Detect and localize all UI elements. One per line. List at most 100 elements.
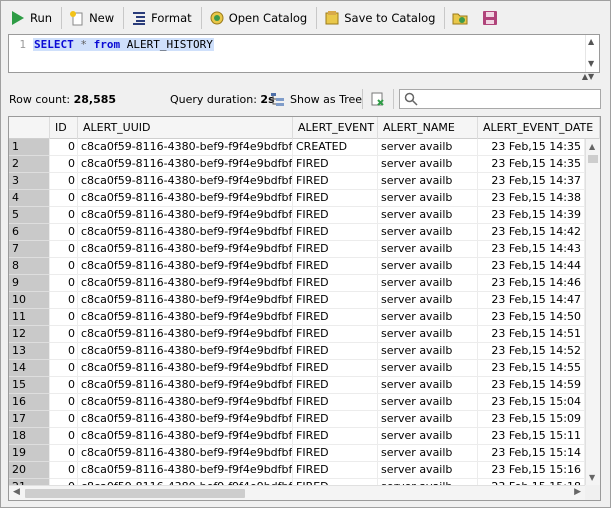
run-button[interactable]: Run (6, 6, 56, 30)
row-number[interactable]: 14 (9, 360, 50, 377)
cell-alert-event-date[interactable]: 23 Feb,15 14:42 (478, 224, 585, 241)
table-row[interactable]: 19 0 c8ca0f59-8116-4380-bef9-f9f4e9bdfbfd F… (9, 445, 585, 462)
scroll-left-icon[interactable]: ◀ (13, 487, 20, 497)
table-row[interactable]: 8 0 c8ca0f59-8116-4380-bef9-f9f4e9bdfbfd FI… (9, 258, 585, 275)
open-catalog-button[interactable]: Open Catalog (205, 6, 312, 30)
cell-alert-event[interactable]: FIRED (293, 394, 378, 411)
table-row[interactable]: 6 0 c8ca0f59-8116-4380-bef9-f9f4e9bdfbfd FI… (9, 224, 585, 241)
cell-alert-name[interactable]: server availb (378, 377, 478, 394)
cell-alert-event[interactable]: FIRED (293, 343, 378, 360)
cell-alert-uuid[interactable]: c8ca0f59-8116-4380-bef9-f9f4e9bdfbfd (78, 173, 293, 190)
cell-id[interactable]: 0 (50, 241, 78, 258)
cell-alert-uuid[interactable]: c8ca0f59-8116-4380-bef9-f9f4e9bdfbfd (78, 445, 293, 462)
row-number[interactable]: 10 (9, 292, 50, 309)
cell-alert-event-date[interactable]: 23 Feb,15 15:11 (478, 428, 585, 445)
cell-alert-event[interactable]: FIRED (293, 377, 378, 394)
table-row[interactable]: 14 0 c8ca0f59-8116-4380-bef9-f9f4e9bdfbfd F… (9, 360, 585, 377)
cell-alert-name[interactable]: server availb (378, 428, 478, 445)
cell-alert-event-date[interactable]: 23 Feb,15 14:50 (478, 309, 585, 326)
table-row[interactable]: 3 0 c8ca0f59-8116-4380-bef9-f9f4e9bdfbfd FI… (9, 173, 585, 190)
vertical-scrollbar[interactable]: ▲ ▼ (585, 139, 600, 485)
cell-alert-name[interactable]: server availb (378, 292, 478, 309)
cell-id[interactable]: 0 (50, 445, 78, 462)
cell-alert-name[interactable]: server availb (378, 258, 478, 275)
table-row[interactable]: 9 0 c8ca0f59-8116-4380-bef9-f9f4e9bdfbfd FI… (9, 275, 585, 292)
cell-alert-event[interactable]: FIRED (293, 411, 378, 428)
column-header-alert-name[interactable]: ALERT_NAME (378, 117, 478, 139)
row-number[interactable]: 4 (9, 190, 50, 207)
cell-alert-event-date[interactable]: 23 Feb,15 14:37 (478, 173, 585, 190)
cell-alert-uuid[interactable]: c8ca0f59-8116-4380-bef9-f9f4e9bdfbfd (78, 224, 293, 241)
vertical-scroll-thumb[interactable] (588, 155, 598, 163)
cell-alert-name[interactable]: server availb (378, 411, 478, 428)
cell-id[interactable]: 0 (50, 173, 78, 190)
cell-alert-name[interactable]: server availb (378, 156, 478, 173)
save-to-catalog-button[interactable]: Save to Catalog (320, 6, 439, 30)
cell-alert-event-date[interactable]: 23 Feb,15 14:52 (478, 343, 585, 360)
cell-id[interactable]: 0 (50, 377, 78, 394)
table-row[interactable]: 17 0 c8ca0f59-8116-4380-bef9-f9f4e9bdfbfd F… (9, 411, 585, 428)
cell-alert-uuid[interactable]: c8ca0f59-8116-4380-bef9-f9f4e9bdfbfd (78, 462, 293, 479)
editor-scrollbar[interactable]: ▲ ▼ (585, 35, 599, 72)
cell-alert-uuid[interactable]: c8ca0f59-8116-4380-bef9-f9f4e9bdfbfd (78, 411, 293, 428)
cell-alert-event-date[interactable]: 23 Feb,15 14:35 (478, 139, 585, 156)
cell-alert-uuid[interactable]: c8ca0f59-8116-4380-bef9-f9f4e9bdfbfd (78, 326, 293, 343)
cell-alert-event[interactable]: FIRED (293, 207, 378, 224)
cell-alert-name[interactable]: server availb (378, 309, 478, 326)
cell-alert-name[interactable]: server availb (378, 190, 478, 207)
cell-alert-uuid[interactable]: c8ca0f59-8116-4380-bef9-f9f4e9bdfbfd (78, 207, 293, 224)
row-number[interactable]: 17 (9, 411, 50, 428)
show-as-tree-button[interactable]: Show as Tree (270, 89, 362, 109)
cell-alert-name[interactable]: server availb (378, 462, 478, 479)
cell-alert-uuid[interactable]: c8ca0f59-8116-4380-bef9-f9f4e9bdfbfd (78, 360, 293, 377)
row-number[interactable]: 15 (9, 377, 50, 394)
table-row[interactable]: 16 0 c8ca0f59-8116-4380-bef9-f9f4e9bdfbfd F… (9, 394, 585, 411)
cell-id[interactable]: 0 (50, 462, 78, 479)
cell-alert-uuid[interactable]: c8ca0f59-8116-4380-bef9-f9f4e9bdfbfd (78, 156, 293, 173)
cell-id[interactable]: 0 (50, 258, 78, 275)
column-header-alert-uuid[interactable]: ALERT_UUID (78, 117, 293, 139)
column-header-alert-event[interactable]: ALERT_EVENT (293, 117, 378, 139)
cell-id[interactable]: 0 (50, 411, 78, 428)
cell-alert-uuid[interactable]: c8ca0f59-8116-4380-bef9-f9f4e9bdfbfd (78, 190, 293, 207)
cell-alert-event[interactable]: FIRED (293, 360, 378, 377)
cell-alert-event[interactable]: FIRED (293, 156, 378, 173)
table-row[interactable]: 20 0 c8ca0f59-8116-4380-bef9-f9f4e9bdfbfd F… (9, 462, 585, 479)
sql-statement[interactable]: SELECT * from ALERT_HISTORY (33, 38, 214, 51)
cell-id[interactable]: 0 (50, 139, 78, 156)
table-row[interactable]: 12 0 c8ca0f59-8116-4380-bef9-f9f4e9bdfbfd F… (9, 326, 585, 343)
row-number[interactable]: 20 (9, 462, 50, 479)
row-number[interactable]: 7 (9, 241, 50, 258)
cell-alert-event-date[interactable]: 23 Feb,15 14:44 (478, 258, 585, 275)
row-number[interactable]: 1 (9, 139, 50, 156)
scroll-up-icon[interactable]: ▲ (588, 37, 594, 46)
cell-alert-uuid[interactable]: c8ca0f59-8116-4380-bef9-f9f4e9bdfbfd (78, 343, 293, 360)
cell-alert-event-date[interactable]: 23 Feb,15 14:55 (478, 360, 585, 377)
cell-alert-event-date[interactable]: 23 Feb,15 14:59 (478, 377, 585, 394)
row-number[interactable]: 13 (9, 343, 50, 360)
cell-id[interactable]: 0 (50, 190, 78, 207)
row-number[interactable]: 3 (9, 173, 50, 190)
cell-alert-event[interactable]: CREATED (293, 139, 378, 156)
cell-alert-uuid[interactable]: c8ca0f59-8116-4380-bef9-f9f4e9bdfbfd (78, 394, 293, 411)
folder-button[interactable] (448, 6, 476, 30)
cell-alert-uuid[interactable]: c8ca0f59-8116-4380-bef9-f9f4e9bdfbfd (78, 292, 293, 309)
table-row[interactable]: 11 0 c8ca0f59-8116-4380-bef9-f9f4e9bdfbfd F… (9, 309, 585, 326)
cell-alert-name[interactable]: server availb (378, 343, 478, 360)
cell-alert-name[interactable]: server availb (378, 241, 478, 258)
scroll-up-icon[interactable]: ▲ (589, 142, 595, 151)
table-row[interactable]: 7 0 c8ca0f59-8116-4380-bef9-f9f4e9bdfbfd FI… (9, 241, 585, 258)
save-button[interactable] (478, 6, 506, 30)
cell-alert-event[interactable]: FIRED (293, 258, 378, 275)
row-number[interactable]: 18 (9, 428, 50, 445)
row-number[interactable]: 11 (9, 309, 50, 326)
results-grid[interactable]: ID ALERT_UUID ALERT_EVENT ALERT_NAME ALE… (8, 116, 601, 501)
cell-id[interactable]: 0 (50, 326, 78, 343)
new-button[interactable]: New (65, 6, 118, 30)
table-row[interactable]: 1 0 c8ca0f59-8116-4380-bef9-f9f4e9bdfbfd CR… (9, 139, 585, 156)
cell-alert-name[interactable]: server availb (378, 326, 478, 343)
cell-id[interactable]: 0 (50, 275, 78, 292)
row-number[interactable]: 2 (9, 156, 50, 173)
scroll-right-icon[interactable]: ▶ (574, 487, 581, 497)
cell-id[interactable]: 0 (50, 207, 78, 224)
